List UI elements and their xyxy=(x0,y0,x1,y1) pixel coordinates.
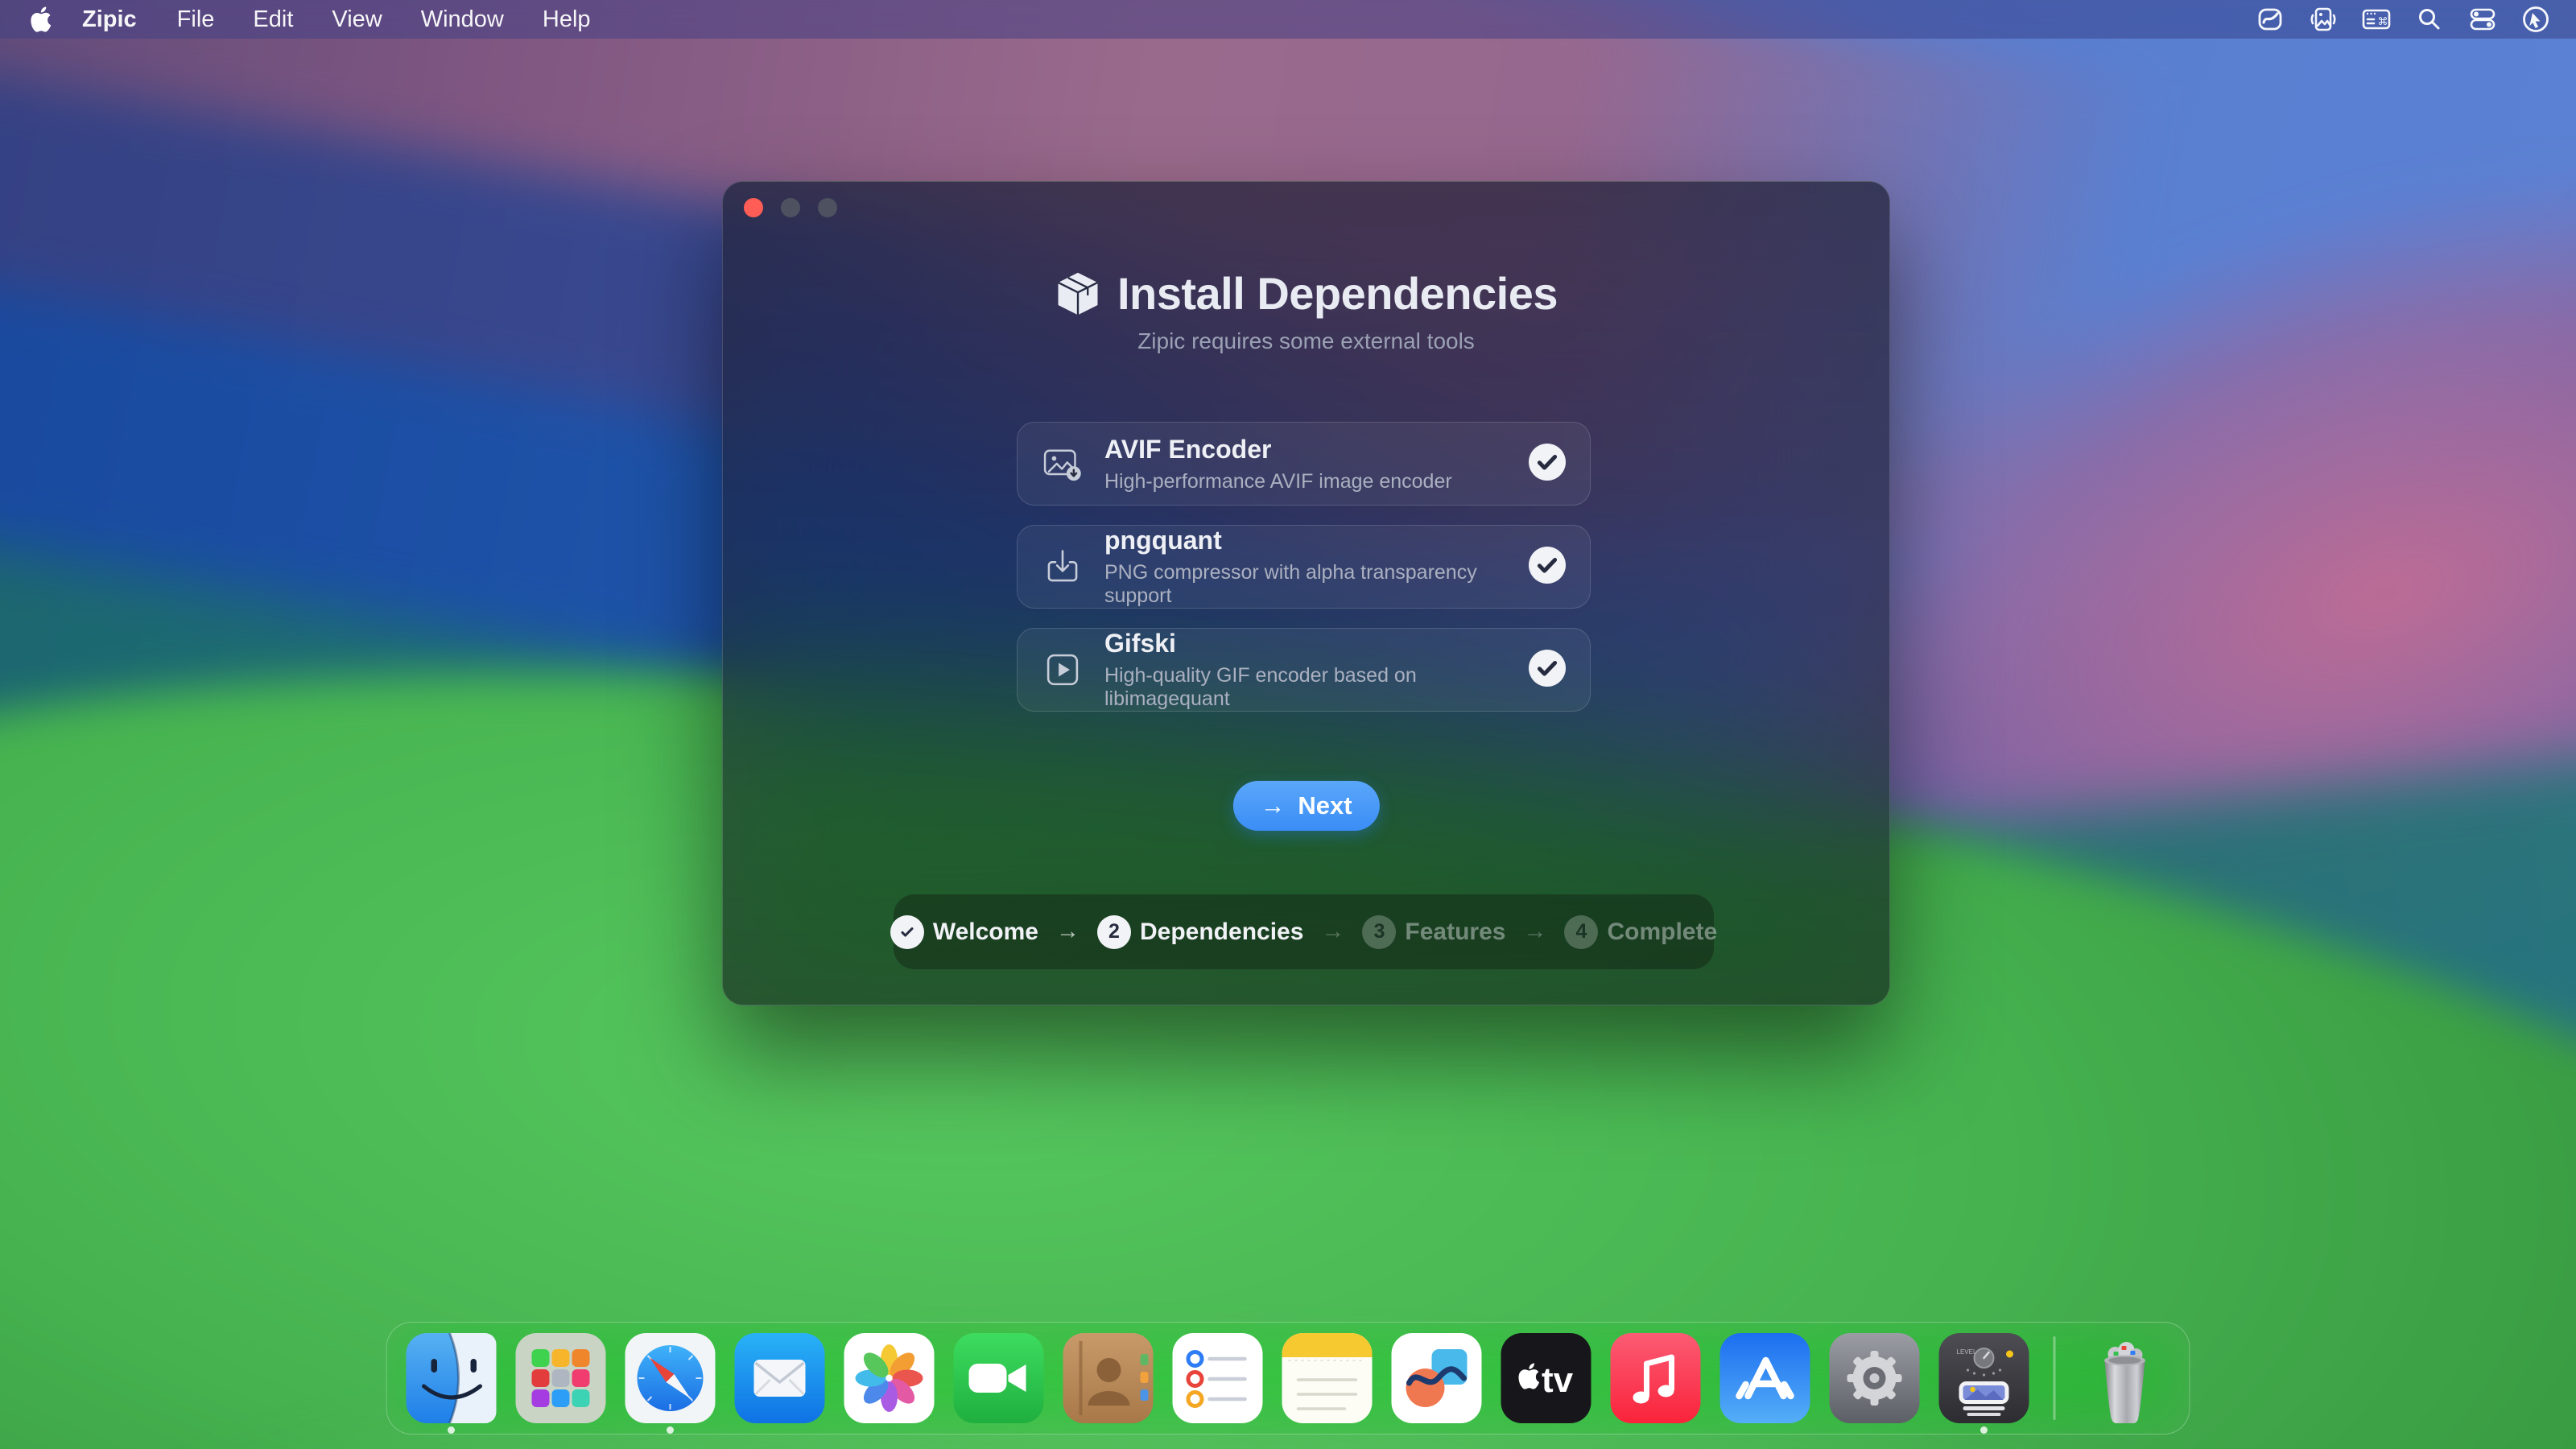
dock-icon-launchpad[interactable] xyxy=(516,1333,606,1423)
window-header: Install Dependencies xyxy=(723,267,1889,320)
installed-check-icon xyxy=(1529,547,1566,588)
play-square-icon xyxy=(1042,649,1084,691)
dependency-text: pngquant PNG compressor with alpha trans… xyxy=(1104,526,1529,608)
menu-bar-status-area: ⌘ xyxy=(2252,0,2576,39)
tray-download-icon xyxy=(1042,546,1084,588)
step-dependencies: 2 Dependencies xyxy=(1097,915,1303,949)
cursor-circle-icon[interactable] xyxy=(2518,0,2553,39)
dependency-row-pngquant: pngquant PNG compressor with alpha trans… xyxy=(1017,525,1591,609)
dock-icon-trash[interactable] xyxy=(2080,1333,2170,1423)
svg-text:tv: tv xyxy=(1542,1360,1574,1400)
step-label: Welcome xyxy=(933,919,1038,946)
menu-item-window[interactable]: Window xyxy=(402,0,523,39)
dependency-row-gifski: Gifski High-quality GIF encoder based on… xyxy=(1017,628,1591,712)
installed-check-icon xyxy=(1529,444,1566,485)
step-check-icon xyxy=(890,915,924,949)
compress-badge-icon[interactable] xyxy=(2252,0,2288,39)
running-indicator xyxy=(1980,1426,1988,1434)
dock-icon-photos[interactable] xyxy=(844,1333,935,1423)
next-button[interactable]: → Next xyxy=(1232,781,1379,831)
next-button-label: Next xyxy=(1298,791,1352,820)
step-label: Complete xyxy=(1607,919,1717,946)
dock-icon-reminders[interactable] xyxy=(1173,1333,1263,1423)
dock-icon-mail[interactable] xyxy=(735,1333,825,1423)
photo-motion-icon[interactable] xyxy=(2306,0,2341,39)
step-number: 2 xyxy=(1097,915,1131,949)
dependency-name: AVIF Encoder xyxy=(1104,435,1529,464)
menu-bar-left: Zipic File Edit View Window Help xyxy=(0,0,610,39)
svg-text:LEVEL: LEVEL xyxy=(1957,1348,1977,1356)
menu-item-file[interactable]: File xyxy=(158,0,234,39)
dock-icon-safari[interactable] xyxy=(625,1333,716,1423)
step-number: 3 xyxy=(1362,915,1396,949)
dependency-text: AVIF Encoder High-performance AVIF image… xyxy=(1104,435,1529,493)
dock-icon-zipic[interactable]: LEVEL xyxy=(1939,1333,2029,1423)
dependency-name: pngquant xyxy=(1104,526,1529,555)
control-center-icon[interactable] xyxy=(2465,0,2500,39)
stepper-arrow-icon: → xyxy=(1056,919,1080,945)
next-arrow-icon: → xyxy=(1260,791,1285,820)
dependency-row-avif: AVIF Encoder High-performance AVIF image… xyxy=(1017,422,1591,506)
dock-separator xyxy=(2054,1336,2056,1420)
zoom-button[interactable] xyxy=(818,198,837,217)
minimize-button[interactable] xyxy=(781,198,800,217)
dock-icon-system-settings[interactable] xyxy=(1830,1333,1920,1423)
install-dependencies-window: Install Dependencies Zipic requires some… xyxy=(722,181,1890,1005)
stepper-arrow-icon: → xyxy=(1523,919,1546,945)
dock: tv xyxy=(386,1322,2190,1435)
dependency-description: High-quality GIF encoder based on libima… xyxy=(1104,664,1529,711)
window-title: Install Dependencies xyxy=(1117,267,1558,320)
dock-icon-notes[interactable] xyxy=(1282,1333,1373,1423)
dependency-name: Gifski xyxy=(1104,629,1529,658)
close-button[interactable] xyxy=(744,198,763,217)
dock-icon-freeform[interactable] xyxy=(1392,1333,1482,1423)
dependency-description: PNG compressor with alpha transparency s… xyxy=(1104,561,1529,608)
step-number: 4 xyxy=(1564,915,1598,949)
photo-download-icon xyxy=(1042,443,1084,485)
menu-item-appname[interactable]: Zipic xyxy=(61,0,158,39)
apple-logo-icon xyxy=(31,6,53,32)
menu-item-view[interactable]: View xyxy=(312,0,401,39)
running-indicator xyxy=(667,1426,674,1434)
shippingbox-icon xyxy=(1055,270,1101,317)
step-label: Features xyxy=(1405,919,1505,946)
dock-icon-facetime[interactable] xyxy=(954,1333,1044,1423)
step-features: 3 Features xyxy=(1362,915,1505,949)
dependency-description: High-performance AVIF image encoder xyxy=(1104,470,1529,493)
dock-icon-music[interactable] xyxy=(1611,1333,1701,1423)
menu-bar: Zipic File Edit View Window Help xyxy=(0,0,2576,39)
desktop: Zipic File Edit View Window Help xyxy=(0,0,2576,1449)
traffic-lights xyxy=(744,198,837,217)
step-complete: 4 Complete xyxy=(1564,915,1717,949)
dependency-text: Gifski High-quality GIF encoder based on… xyxy=(1104,629,1529,711)
running-indicator xyxy=(448,1426,455,1434)
apple-menu[interactable] xyxy=(26,6,61,32)
step-label: Dependencies xyxy=(1140,919,1303,946)
menu-item-edit[interactable]: Edit xyxy=(233,0,312,39)
installed-check-icon xyxy=(1529,650,1566,691)
spotlight-search-icon[interactable] xyxy=(2412,0,2447,39)
stepper-arrow-icon: → xyxy=(1321,919,1344,945)
dock-icon-contacts[interactable] xyxy=(1063,1333,1154,1423)
step-welcome: Welcome xyxy=(890,915,1038,949)
dock-icon-finder[interactable] xyxy=(407,1333,497,1423)
dock-icon-tv[interactable]: tv xyxy=(1501,1333,1591,1423)
command-window-icon[interactable]: ⌘ xyxy=(2359,0,2394,39)
menu-item-help[interactable]: Help xyxy=(523,0,610,39)
dock-icon-app-store[interactable] xyxy=(1720,1333,1810,1423)
wizard-stepper: Welcome → 2 Dependencies → 3 Features → … xyxy=(894,894,1714,969)
svg-text:⌘: ⌘ xyxy=(2378,16,2388,28)
window-subtitle: Zipic requires some external tools xyxy=(723,328,1889,354)
